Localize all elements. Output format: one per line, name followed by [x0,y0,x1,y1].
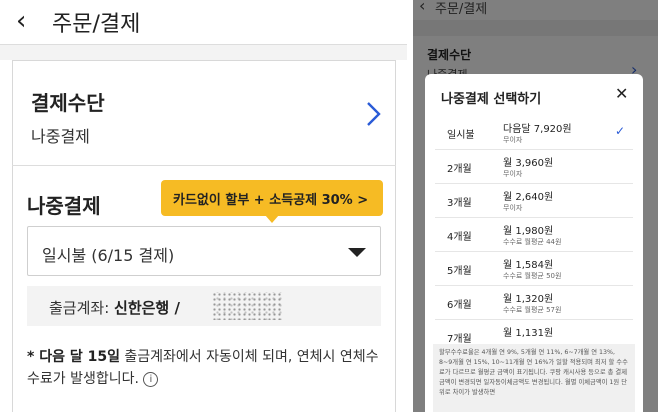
option-fee: 무이자 [503,204,523,212]
modal-title: 나중결제 선택하기 [441,92,542,107]
account-text: 출금계좌: 신한은행 / [49,297,180,318]
installment-select[interactable]: 일시불 (6/15 결제) [27,226,381,276]
option-term: 6개월 [447,300,472,311]
page-title: 주문/결제 [52,12,141,37]
installment-option[interactable]: 2개월 월 3,960원 무이자 [435,152,633,184]
promo-text: 카드없이 할부 + 소득공제 30% > [173,193,369,208]
option-term: 5개월 [447,266,472,277]
note-bold: * 다음 달 15일 [27,349,120,365]
option-term: 4개월 [447,232,472,243]
promo-tail [265,215,279,223]
chevron-right-icon[interactable] [365,101,383,127]
installment-select-value: 일시불 (6/15 결제) [42,246,175,265]
option-amount: 월 1,584원 [503,260,554,271]
payment-method-value: 나중결제 [31,127,90,146]
bnpl-title: 나중결제 [27,194,101,218]
option-fee: 수수료 월평균 57원 [503,306,562,314]
option-amount: 월 3,960원 [503,158,554,169]
option-fee: 수수료 월평균 50원 [503,272,562,280]
option-amount: 월 1,320원 [503,294,554,305]
installment-modal-screen: ‹ 주문/결제 결제수단 나중결제 › 배 나중결제 선택하기 ✕ 일시불다음달… [413,0,658,412]
account-label: 출금계좌: [49,299,115,317]
fee-footnote: 할부수수료율은 4개월 연 9%, 5개월 연 11%, 6~7개월 연 13%… [433,344,635,412]
option-fee: 수수료 월평균 44원 [503,238,562,246]
auto-debit-note: * 다음 달 15일 출금계좌에서 자동이체 되며, 연체시 연체수수료가 발생… [27,346,387,390]
section-gap [0,45,407,60]
promo-badge[interactable]: 카드없이 할부 + 소득공제 30% > [161,180,383,223]
installment-modal: 나중결제 선택하기 ✕ 일시불 다음달 7,920원 무이자 ✓ 2개월 월 3,960원… [425,74,643,412]
order-payment-screen: ‹ 주문/결제 결제수단 나중결제 나중결제 카드없이 할부 + 소득공제 30… [0,0,407,412]
installment-option[interactable]: 일시불 다음달 7,920원 무이자 ✓ [435,118,633,150]
check-icon: ✓ [615,124,626,138]
option-term: 일시불 [447,130,475,141]
installment-option[interactable]: 4개월 월 1,980원 수수료 월평균 44원 [435,220,633,252]
header: ‹ 주문/결제 [0,0,407,40]
option-amount: 월 1,131원 [503,328,554,339]
payment-method-title: 결제수단 [31,91,105,115]
option-fee: 무이자 [503,136,523,144]
payment-method-card[interactable]: 결제수단 나중결제 [12,60,396,166]
withdrawal-account: 출금계좌: 신한은행 / [27,286,381,326]
installment-option[interactable]: 5개월 월 1,584원 수수료 월평균 50원 [435,254,633,286]
masked-account-number [212,292,282,320]
close-icon[interactable]: ✕ [615,84,628,103]
option-term: 2개월 [447,164,472,175]
caret-down-icon [348,248,366,257]
installment-option[interactable]: 3개월 월 2,640원 무이자 [435,186,633,218]
back-icon[interactable]: ‹ [16,6,26,36]
option-amount: 다음달 7,920원 [503,124,572,135]
account-bank: 신한은행 / [114,299,180,317]
option-amount: 월 2,640원 [503,192,554,203]
bnpl-section: 나중결제 카드없이 할부 + 소득공제 30% > 일시불 (6/15 결제) … [12,166,396,412]
option-term: 3개월 [447,198,472,209]
option-term: 7개월 [447,334,472,345]
info-icon[interactable]: i [143,371,159,387]
option-amount: 월 1,980원 [503,226,554,237]
option-fee: 무이자 [503,170,523,178]
installment-option[interactable]: 6개월 월 1,320원 수수료 월평균 57원 [435,288,633,320]
